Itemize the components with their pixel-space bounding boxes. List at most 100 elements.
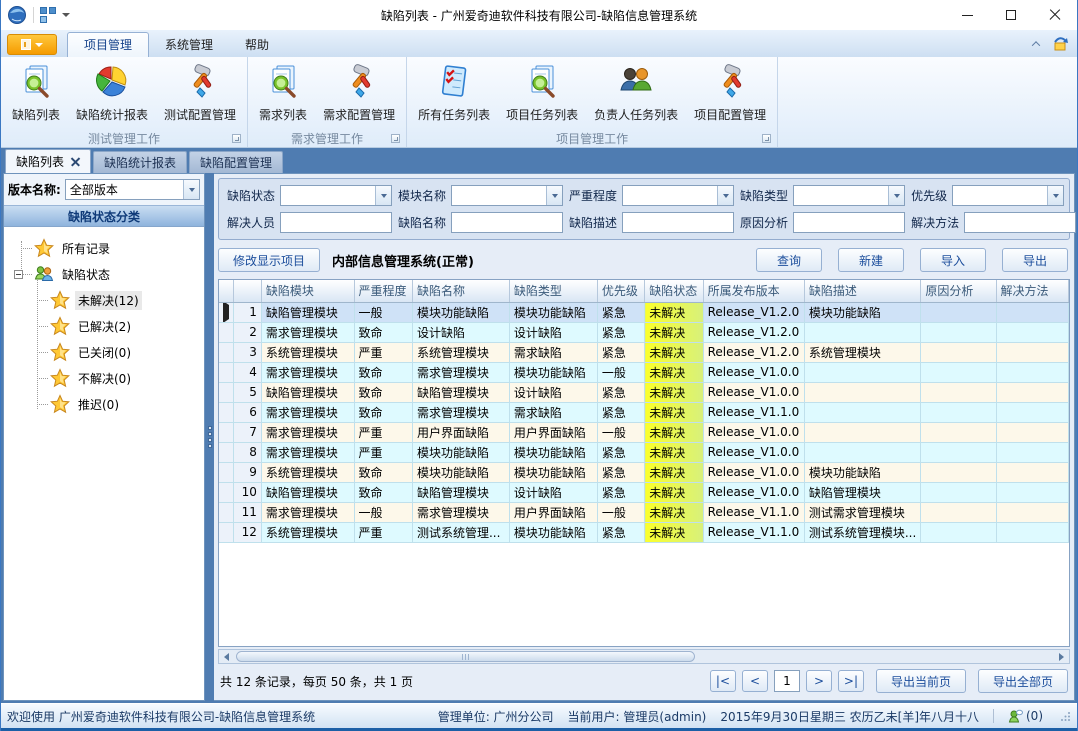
table-row-11[interactable]: 11需求管理模块一般需求管理模块用户界面缺陷一般未解决Release_V1.1.… [219,502,1069,522]
tree-item-1[interactable]: 缺陷状态 [4,261,204,287]
cell-7-3[interactable]: 用户界面缺陷 [509,422,597,442]
row-selector-cell[interactable] [219,362,234,382]
ribbon-button-1-1[interactable]: 需求配置管理 [316,61,402,126]
cell-10-3[interactable]: 设计缺陷 [509,482,597,502]
filter-input[interactable] [281,213,391,232]
cell-2-2[interactable]: 设计缺陷 [412,322,509,342]
cell-4-3[interactable]: 模块功能缺陷 [509,362,597,382]
ribbon-button-2-1[interactable]: 项目任务列表 [499,61,585,126]
cell-11-5[interactable]: 未解决 [645,502,703,522]
column-header-8[interactable]: 原因分析 [921,280,996,302]
table-row-4[interactable]: 4需求管理模块致命需求管理模块模块功能缺陷一般未解决Release_V1.0.0 [219,362,1069,382]
dialog-launcher-icon[interactable] [391,134,400,143]
tree-item-3[interactable]: 已解决(2) [4,313,204,339]
cell-8-9[interactable] [996,442,1068,462]
dialog-launcher-icon[interactable] [762,134,771,143]
row-selector-cell[interactable] [219,342,234,362]
dropdown-arrow-icon[interactable] [1047,186,1063,205]
cell-9-0[interactable]: 系统管理模块 [261,462,354,482]
cell-10-2[interactable]: 缺陷管理模块 [412,482,509,502]
close-button[interactable] [1033,0,1077,30]
cell-12-1[interactable]: 严重 [354,522,412,542]
export-button[interactable]: 导出 [1002,248,1068,272]
table-row-9[interactable]: 9系统管理模块致命模块功能缺陷模块功能缺陷紧急未解决Release_V1.0.0… [219,462,1069,482]
tree-item-4[interactable]: 已关闭(0) [4,339,204,365]
column-header-3[interactable]: 缺陷类型 [509,280,597,302]
cell-8-6[interactable]: Release_V1.0.0 [703,442,804,462]
dropdown-arrow-icon[interactable] [375,186,391,205]
ribbon-button-0-1[interactable]: 缺陷统计报表 [69,61,155,126]
table-row-6[interactable]: 6需求管理模块致命需求管理模块需求缺陷紧急未解决Release_V1.1.0 [219,402,1069,422]
cell-2-7[interactable] [804,322,920,342]
new-button[interactable]: 新建 [838,248,904,272]
cell-8-5[interactable]: 未解决 [645,442,703,462]
cell-8-8[interactable] [921,442,996,462]
last-page-button[interactable]: >| [838,670,864,692]
cell-10-5[interactable]: 未解决 [645,482,703,502]
dropdown-arrow-icon[interactable] [546,186,562,205]
cell-8-0[interactable]: 需求管理模块 [261,442,354,462]
document-tab-2[interactable]: 缺陷配置管理 [189,151,283,173]
cell-3-7[interactable]: 系统管理模块 [804,342,920,362]
cell-5-2[interactable]: 缺陷管理模块 [412,382,509,402]
filter-input-r2-4[interactable] [964,212,1076,233]
table-row-5[interactable]: 5缺陷管理模块致命缺陷管理模块设计缺陷紧急未解决Release_V1.0.0 [219,382,1069,402]
cell-12-5[interactable]: 未解决 [645,522,703,542]
cell-7-1[interactable]: 严重 [354,422,412,442]
scrollbar-thumb[interactable] [236,651,695,662]
cell-12-0[interactable]: 系统管理模块 [261,522,354,542]
filter-select-r1-0[interactable] [280,185,392,206]
table-row-8[interactable]: 8需求管理模块严重模块功能缺陷模块功能缺陷紧急未解决Release_V1.0.0 [219,442,1069,462]
row-number-header[interactable] [234,280,262,302]
cell-2-9[interactable] [996,322,1068,342]
prev-page-button[interactable]: < [742,670,768,692]
ribbon-tab-1[interactable]: 系统管理 [149,33,229,57]
cell-3-0[interactable]: 系统管理模块 [261,342,354,362]
cell-4-4[interactable]: 一般 [597,362,644,382]
table-row-2[interactable]: 2需求管理模块致命设计缺陷设计缺陷紧急未解决Release_V1.2.0 [219,322,1069,342]
cell-9-7[interactable]: 模块功能缺陷 [804,462,920,482]
scroll-right-icon[interactable] [1054,650,1069,663]
cell-1-1[interactable]: 一般 [354,302,412,322]
cell-1-9[interactable] [996,302,1068,322]
filter-input[interactable] [623,186,717,205]
cell-4-9[interactable] [996,362,1068,382]
resize-grip-icon[interactable] [1061,711,1071,721]
cell-6-4[interactable]: 紧急 [597,402,644,422]
cell-5-6[interactable]: Release_V1.0.0 [703,382,804,402]
cell-4-7[interactable] [804,362,920,382]
export-current-page-button[interactable]: 导出当前页 [876,669,966,693]
online-users-icon[interactable] [1008,709,1023,724]
cell-6-1[interactable]: 致命 [354,402,412,422]
row-selector-cell[interactable] [219,482,234,502]
cell-11-2[interactable]: 需求管理模块 [412,502,509,522]
quick-access-dropdown-icon[interactable] [62,13,70,17]
tree-expander-icon[interactable] [14,270,23,279]
cell-10-8[interactable] [921,482,996,502]
ribbon-button-2-0[interactable]: 所有任务列表 [411,61,497,126]
column-header-9[interactable]: 解决方法 [996,280,1068,302]
cell-11-3[interactable]: 用户界面缺陷 [509,502,597,522]
cell-8-3[interactable]: 模块功能缺陷 [509,442,597,462]
cell-11-6[interactable]: Release_V1.1.0 [703,502,804,522]
filter-input-r2-0[interactable] [280,212,392,233]
ribbon-style-icon[interactable] [1052,36,1069,52]
cell-3-3[interactable]: 需求缺陷 [509,342,597,362]
cell-9-3[interactable]: 模块功能缺陷 [509,462,597,482]
cell-7-9[interactable] [996,422,1068,442]
maximize-button[interactable] [989,0,1033,30]
column-header-6[interactable]: 所属发布版本 [703,280,804,302]
cell-6-0[interactable]: 需求管理模块 [261,402,354,422]
cell-6-7[interactable] [804,402,920,422]
cell-4-5[interactable]: 未解决 [645,362,703,382]
cell-8-2[interactable]: 模块功能缺陷 [412,442,509,462]
filter-select-r1-2[interactable] [622,185,734,206]
filter-input-r2-2[interactable] [622,212,734,233]
filter-select-r1-3[interactable] [793,185,905,206]
cell-5-1[interactable]: 致命 [354,382,412,402]
tab-close-icon[interactable] [71,157,80,166]
cell-2-1[interactable]: 致命 [354,322,412,342]
cell-1-0[interactable]: 缺陷管理模块 [261,302,354,322]
cell-12-2[interactable]: 测试系统管理... [412,522,509,542]
cell-2-3[interactable]: 设计缺陷 [509,322,597,342]
